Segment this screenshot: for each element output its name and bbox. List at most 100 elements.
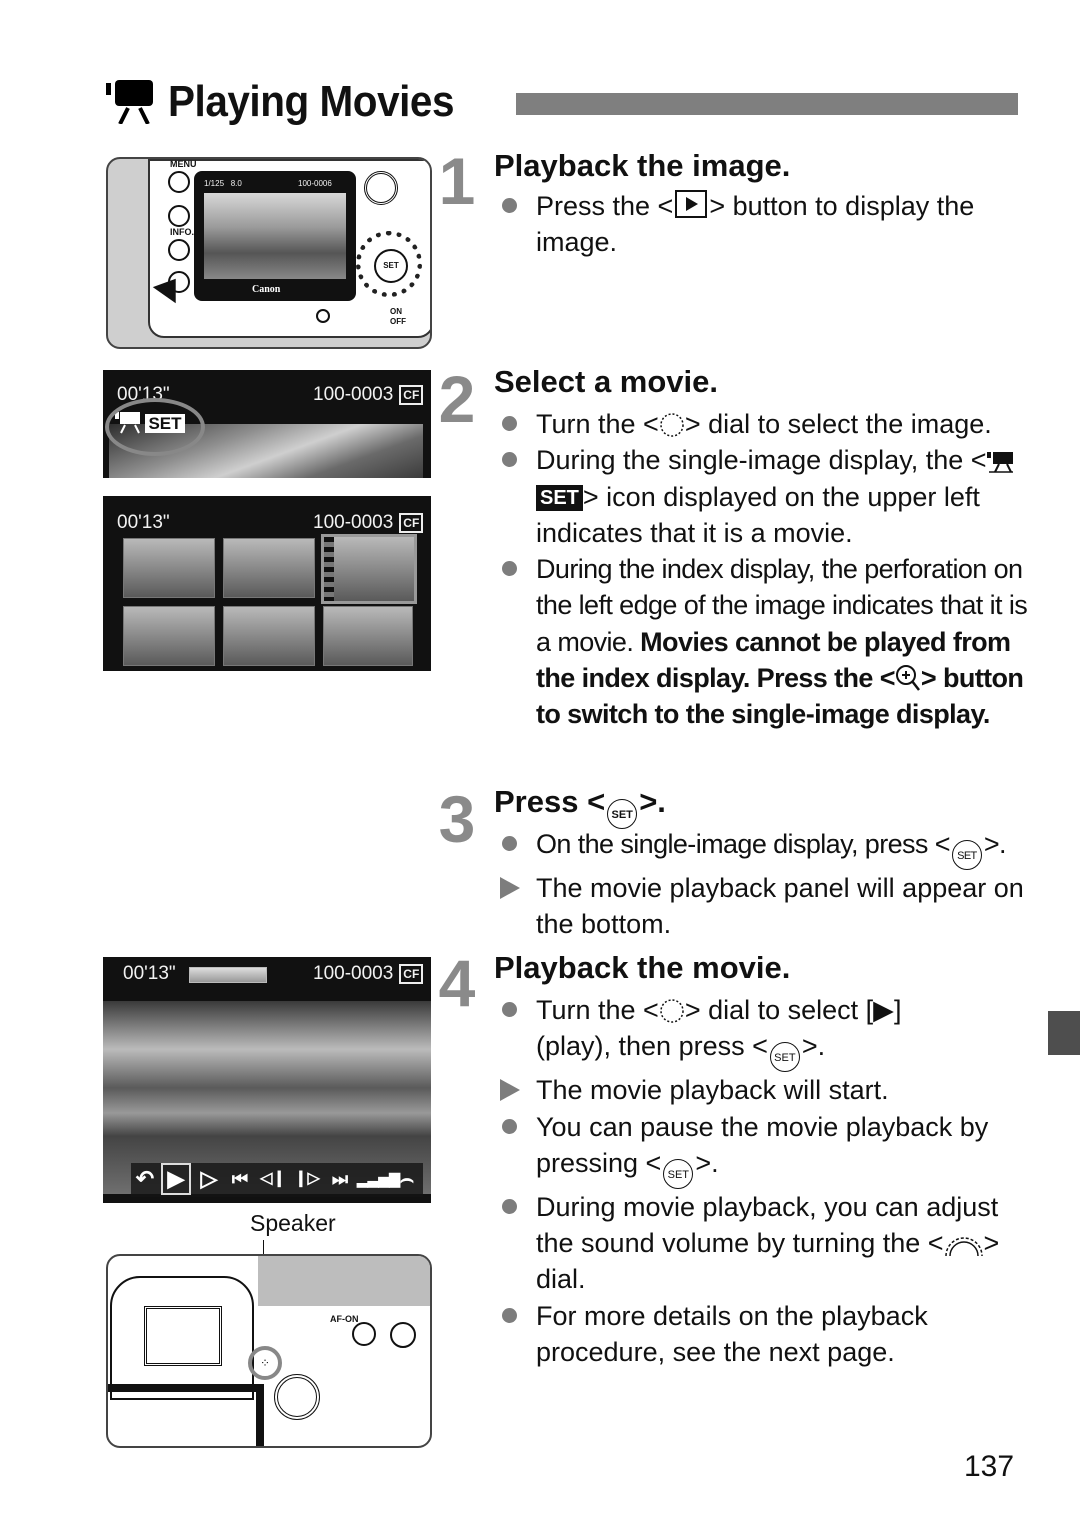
tram-photo	[204, 193, 346, 279]
speaker-label: Speaker	[250, 1210, 336, 1236]
step-heading: Playback the image.	[494, 148, 791, 183]
page-title: Playing Movies	[106, 72, 479, 132]
list-item: During movie playback, you can adjust th…	[496, 1189, 1036, 1298]
cf-card-icon: CF	[399, 513, 424, 533]
playback-progress-bar[interactable]	[189, 967, 267, 983]
movie-camera-icon	[106, 80, 153, 124]
set-button: SET	[374, 249, 408, 283]
list-item: The movie playback will start.	[496, 1072, 1036, 1108]
af-on-label: AF-ON	[330, 1314, 359, 1324]
bullet-icon	[502, 1002, 517, 1017]
index-display-figure: 00'13" 100-0003 CF	[103, 496, 431, 671]
ae-lock-button	[390, 1322, 416, 1348]
title-text: Playing Movies	[168, 77, 455, 126]
speaker-figure: ⁘ AF-ON	[106, 1254, 432, 1448]
power-off-label: OFF	[390, 317, 406, 326]
bullet-icon	[502, 198, 517, 213]
set-button-icon: SET	[607, 799, 638, 829]
step-1-content: Press the < > button to display the image…	[496, 188, 1036, 261]
list-item: During the single-image display, the < S…	[496, 442, 1036, 551]
bullet-icon	[502, 1198, 517, 1214]
file-number: 100-0003	[313, 963, 394, 984]
camera-back-figure: MENU INFO. 1/125 8.0 100-0006 Canon SET …	[106, 157, 432, 349]
file-number: 100-0003	[313, 384, 394, 405]
lcd-file: 100-0006	[298, 179, 332, 188]
list-item: Press the < > button to display the image…	[496, 188, 1036, 261]
index-thumbnail	[223, 606, 315, 666]
movie-playback-figure: 00'13" 100-0003 CF ↶ ▶ ▷ ⏮ ◁❙ ❙▷ ⏭ ▂▃▅▇ ⌢	[103, 957, 431, 1203]
first-frame-button[interactable]: ⏮	[225, 1163, 255, 1195]
film-perforation	[324, 537, 334, 601]
list-item: For more details on the playback procedu…	[496, 1298, 1036, 1371]
info-button	[168, 239, 190, 261]
step-number: 4	[438, 946, 476, 1020]
bullet-icon	[502, 561, 517, 577]
movie-duration: 00'13"	[117, 512, 170, 533]
exit-button[interactable]: ↶	[131, 1163, 159, 1195]
set-box-icon: SET	[536, 484, 583, 511]
set-button-icon: SET	[663, 1158, 694, 1189]
quick-control-dial-icon	[660, 999, 684, 1023]
title-rule	[516, 93, 1018, 115]
list-item: You can pause the movie playback by pres…	[496, 1109, 1036, 1189]
lcd-shutter: 1/125	[204, 179, 225, 188]
bullet-icon	[502, 836, 517, 851]
index-thumbnail	[123, 538, 215, 598]
list-item: Turn the < > dial to select the image.	[496, 406, 1036, 442]
step-4-content: Turn the < > dial to select [▶] (play), t…	[496, 992, 1036, 1370]
set-button-icon: SET	[951, 840, 982, 870]
lcd-aperture: 8.0	[230, 179, 242, 188]
movie-camera-icon	[986, 452, 1013, 474]
step-heading: Playback the movie.	[494, 950, 791, 985]
magnify-icon	[895, 665, 920, 691]
last-frame-button[interactable]: ⏭	[325, 1163, 355, 1195]
lcd-screen: 1/125 8.0 100-0006 Canon	[194, 171, 356, 301]
list-item: During the index display, the perforatio…	[496, 551, 1036, 732]
cf-card-icon: CF	[399, 964, 424, 984]
list-item: The movie playback panel will appear on …	[496, 870, 1036, 943]
page-number: 137	[964, 1450, 1015, 1483]
picture-style-button	[168, 205, 190, 227]
edit-button[interactable]: ⌢	[393, 1163, 421, 1195]
index-thumbnail	[323, 606, 413, 666]
multi-controller	[274, 1374, 320, 1420]
light-sensor	[316, 309, 330, 323]
bullet-icon	[502, 1118, 517, 1134]
single-image-display-figure: 00'13" 100-0003 CF SET	[103, 370, 431, 478]
next-frame-button[interactable]: ❙▷	[291, 1163, 323, 1195]
lcd-corner	[108, 1384, 264, 1446]
play-button-icon	[675, 190, 708, 218]
index-thumbnail-movie-selected	[321, 534, 417, 604]
playback-control-panel: ↶ ▶ ▷ ⏮ ◁❙ ❙▷ ⏭ ▂▃▅▇ ⌢	[131, 1163, 423, 1197]
list-item: On the single-image display, press < SET >…	[496, 826, 1036, 870]
highlight-ellipse	[105, 398, 205, 456]
menu-button-label: MENU	[170, 159, 197, 169]
bullet-icon	[502, 1307, 517, 1323]
file-number: 100-0003	[313, 512, 394, 533]
af-on-button	[352, 1322, 376, 1346]
previous-frame-button[interactable]: ◁❙	[257, 1163, 289, 1195]
bullet-icon	[502, 452, 517, 468]
multi-controller	[364, 171, 398, 205]
step-heading: Select a movie.	[494, 364, 719, 399]
list-item: Turn the < > dial to select [▶] (play), t…	[496, 992, 1036, 1073]
step-3-content: On the single-image display, press < SET >…	[496, 826, 1036, 943]
menu-button	[168, 171, 190, 193]
step-heading: Press < SET >.	[494, 784, 666, 829]
index-thumbnail	[223, 538, 315, 598]
slow-motion-button[interactable]: ▷	[195, 1163, 223, 1195]
step-number: 1	[438, 144, 476, 218]
result-arrow-icon	[500, 1079, 520, 1102]
step-number: 2	[438, 362, 476, 436]
play-button[interactable]: ▶	[161, 1163, 191, 1195]
main-dial-icon	[944, 1237, 983, 1257]
volume-icon[interactable]: ▂▃▅▇	[357, 1163, 400, 1195]
viewfinder	[144, 1306, 222, 1366]
result-arrow-icon	[500, 877, 520, 899]
step-2-content: Turn the < > dial to select the image. Du…	[496, 406, 1036, 733]
speaker-grille: ⁘	[248, 1346, 282, 1380]
step-number: 3	[438, 782, 476, 856]
movie-duration: 00'13"	[123, 963, 176, 984]
cf-card-icon: CF	[399, 385, 424, 405]
bullet-icon	[502, 416, 517, 431]
